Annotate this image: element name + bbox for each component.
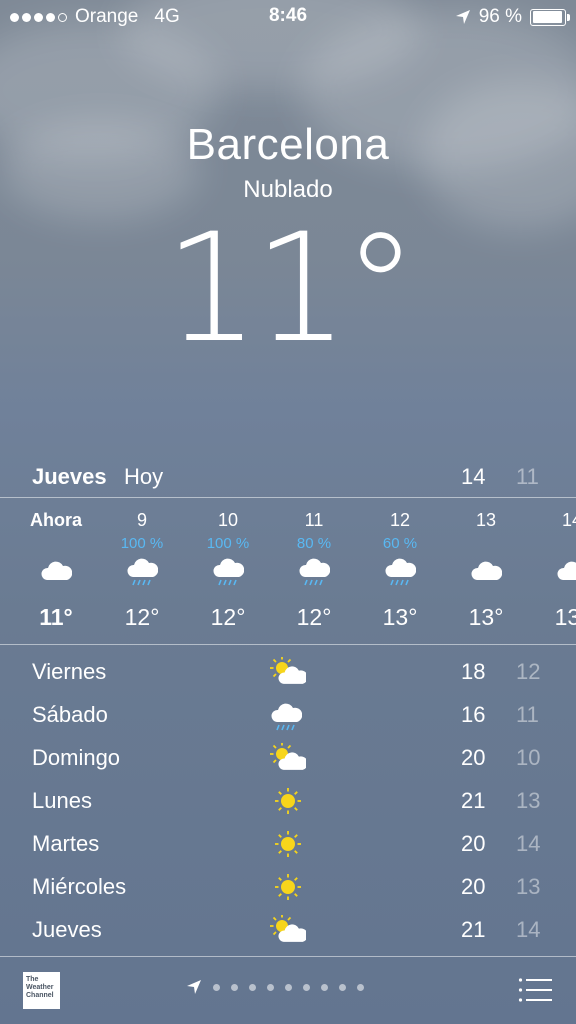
hour-label: 14 — [561, 510, 576, 530]
partly-cloudy-icon — [270, 914, 308, 945]
location-arrow-icon — [455, 10, 470, 24]
hour-label: 12 — [389, 510, 411, 530]
hour-label: Ahora — [29, 510, 82, 530]
day-high: 21 — [461, 788, 486, 813]
daily-forecast-row: Sábado 16 11 — [0, 693, 576, 736]
current-temperature: 11° — [164, 202, 418, 376]
hour-temperature: 12° — [210, 604, 246, 630]
current-condition: Nublado — [243, 176, 333, 203]
rain-cloud-icon — [384, 555, 417, 587]
hour-temperature: 13° — [382, 604, 418, 630]
page-dot — [231, 983, 238, 991]
hourly-forecast-scroller[interactable]: Ahora 11° 9 100 % 12° 10 100 % 12° 11 80 % 12° 12 60… — [0, 498, 576, 644]
hour-temperature: 13° — [554, 604, 576, 630]
status-bar: Orange 4G 8:46 96 % — [0, 0, 576, 34]
hour-temperature: 12° — [296, 604, 332, 630]
rain-cloud-icon — [298, 555, 331, 587]
day-high: 18 — [461, 659, 486, 684]
daily-forecast-row: Lunes 21 13 — [0, 779, 576, 822]
today-day: Jueves — [32, 464, 107, 489]
hour-label: 9 — [136, 510, 147, 530]
day-high: 21 — [461, 917, 486, 942]
page-dot — [267, 983, 274, 991]
today-low: 11 — [516, 464, 539, 489]
partly-cloudy-icon — [270, 656, 308, 687]
page-dot — [303, 983, 310, 991]
city-list-icon[interactable] — [518, 977, 552, 1003]
daily-forecast-row: Domingo 20 10 — [0, 736, 576, 779]
precip-chance: 80 % — [296, 535, 332, 552]
battery-icon — [530, 8, 570, 26]
day-name: Miércoles — [32, 874, 127, 899]
today-high: 14 — [461, 464, 486, 489]
daily-forecast-row: Viernes 18 12 — [0, 650, 576, 693]
day-low: 11 — [516, 702, 539, 727]
cloud-icon — [556, 555, 576, 587]
bottom-toolbar: The Weather Channel — [0, 957, 576, 1024]
hour-temperature: 11° — [39, 604, 73, 630]
cloud-icon — [470, 555, 503, 587]
page-dot — [285, 983, 292, 991]
hour-label: 11 — [304, 510, 324, 530]
sun-icon — [270, 829, 306, 859]
rain-cloud-icon — [126, 555, 159, 587]
day-high: 20 — [461, 831, 486, 856]
hour-temperature: 13° — [468, 604, 504, 630]
day-low: 10 — [516, 745, 541, 770]
precip-chance: 100 % — [206, 535, 250, 552]
day-name: Martes — [32, 831, 100, 856]
day-name: Domingo — [32, 745, 121, 770]
rain-cloud-icon — [270, 700, 306, 731]
day-name: Sábado — [32, 702, 108, 727]
today-summary: Jueves Hoy 14 11 — [0, 460, 576, 494]
day-name: Viernes — [32, 659, 107, 684]
battery-percent: 96 % — [478, 6, 522, 27]
page-dot — [249, 983, 256, 991]
day-low: 13 — [516, 874, 541, 899]
day-low: 12 — [516, 659, 541, 684]
page-dot — [321, 983, 328, 991]
day-low: 13 — [516, 788, 541, 813]
page-indicator[interactable] — [186, 979, 364, 995]
weather-channel-logo[interactable]: The Weather Channel — [23, 972, 60, 1009]
day-low: 14 — [516, 831, 541, 856]
sun-icon — [270, 872, 306, 902]
precip-chance: 60 % — [382, 535, 418, 552]
partly-cloudy-icon — [270, 742, 308, 773]
page-dot — [213, 983, 220, 991]
day-high: 16 — [461, 702, 486, 727]
hour-label: 10 — [217, 510, 239, 530]
daily-forecast-row: Jueves 21 14 — [0, 908, 576, 951]
day-low: 14 — [516, 917, 541, 942]
location-arrow-icon — [187, 980, 201, 994]
day-name: Jueves — [32, 917, 102, 942]
sun-icon — [270, 786, 306, 816]
day-high: 20 — [461, 745, 486, 770]
precip-chance: 100 % — [120, 535, 164, 552]
daily-forecast-row: Miércoles 20 13 — [0, 865, 576, 908]
hour-label: 13 — [475, 510, 497, 530]
day-name: Lunes — [32, 788, 92, 813]
rain-cloud-icon — [212, 555, 245, 587]
page-dot — [339, 983, 346, 991]
city-name: Barcelona — [186, 120, 390, 169]
daily-forecast-row: Martes 20 14 — [0, 822, 576, 865]
cloud-icon — [40, 555, 73, 587]
page-dot — [357, 983, 364, 991]
day-high: 20 — [461, 874, 486, 899]
hour-temperature: 12° — [124, 604, 160, 630]
today-label: Hoy — [124, 464, 164, 489]
divider — [0, 644, 576, 645]
